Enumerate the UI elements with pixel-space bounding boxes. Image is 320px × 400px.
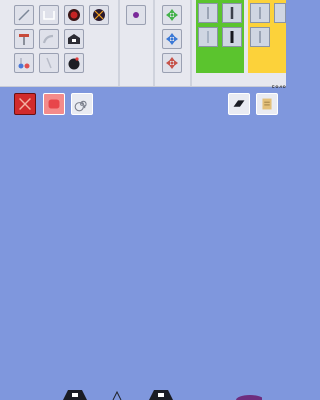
fireworks-icon: [93, 9, 105, 21]
purple-dot-icon: [133, 12, 139, 18]
toolbar-separator: [118, 0, 120, 86]
move-blue-icon: [166, 33, 178, 45]
red-bomb-icon: [68, 9, 80, 21]
play-canvas[interactable]: [0, 88, 286, 400]
wire-sprite: [112, 390, 122, 400]
hammer-tool-button[interactable]: [14, 29, 34, 49]
color-tool-button[interactable]: [126, 5, 146, 25]
yellow-panel-item[interactable]: [274, 3, 286, 23]
delete-button[interactable]: [14, 93, 36, 115]
syringe-icon: [259, 31, 261, 43]
black-bomb-tool-button[interactable]: [64, 53, 84, 73]
green-panel-item[interactable]: [222, 3, 242, 23]
pipe-tool-button[interactable]: [39, 29, 59, 49]
flasks-icon: [18, 58, 30, 69]
top-toolbar: [0, 0, 286, 87]
toolbar-separator: [153, 0, 155, 86]
vial-dark-icon: [230, 7, 234, 19]
move-green-icon: [166, 9, 178, 21]
stop-button[interactable]: [43, 93, 65, 115]
yellow-panel-item[interactable]: [250, 3, 270, 23]
green-panel-item[interactable]: [222, 27, 242, 47]
purple-blob-sprite: [236, 395, 262, 400]
yellow-panel-item[interactable]: [250, 27, 270, 47]
move-red-icon: [166, 57, 178, 69]
pencil-icon: [18, 9, 30, 21]
robot-tool-button[interactable]: [64, 29, 84, 49]
robot-sprite[interactable]: [60, 386, 90, 400]
robot-sprite[interactable]: [146, 386, 176, 400]
syringe-icon: [207, 31, 209, 43]
robot-icon: [68, 34, 80, 44]
eraser-icon: [233, 100, 245, 107]
red-bomb-tool-button[interactable]: [64, 5, 84, 25]
fireworks-tool-button[interactable]: [89, 5, 109, 25]
move-blue-button[interactable]: [162, 29, 182, 49]
pencil-tool-button[interactable]: [14, 5, 34, 25]
move-green-button[interactable]: [162, 5, 182, 25]
frame-icon: [43, 11, 55, 20]
spiral-icon: [74, 100, 87, 112]
hammer-icon: [19, 34, 29, 45]
flasks-tool-button[interactable]: [14, 53, 34, 73]
close-icon: [19, 98, 31, 110]
vial-black-icon: [230, 31, 234, 43]
toolbar-separator: [190, 0, 192, 86]
pipe-icon: [42, 34, 54, 44]
wand-icon: [46, 57, 52, 69]
wand-tool-button[interactable]: [39, 53, 59, 73]
stop-icon: [48, 99, 60, 109]
syringe-icon: [207, 7, 209, 19]
frame-tool-button[interactable]: [39, 5, 59, 25]
green-panel-item[interactable]: [198, 27, 218, 47]
eraser-button[interactable]: [228, 93, 250, 115]
syringe-icon: [259, 7, 261, 19]
scroll-button[interactable]: [256, 93, 278, 115]
move-red-button[interactable]: [162, 53, 182, 73]
spiral-button[interactable]: [71, 93, 93, 115]
green-panel-item[interactable]: [198, 3, 218, 23]
scroll-icon: [262, 98, 272, 110]
black-bomb-icon: [68, 57, 80, 70]
